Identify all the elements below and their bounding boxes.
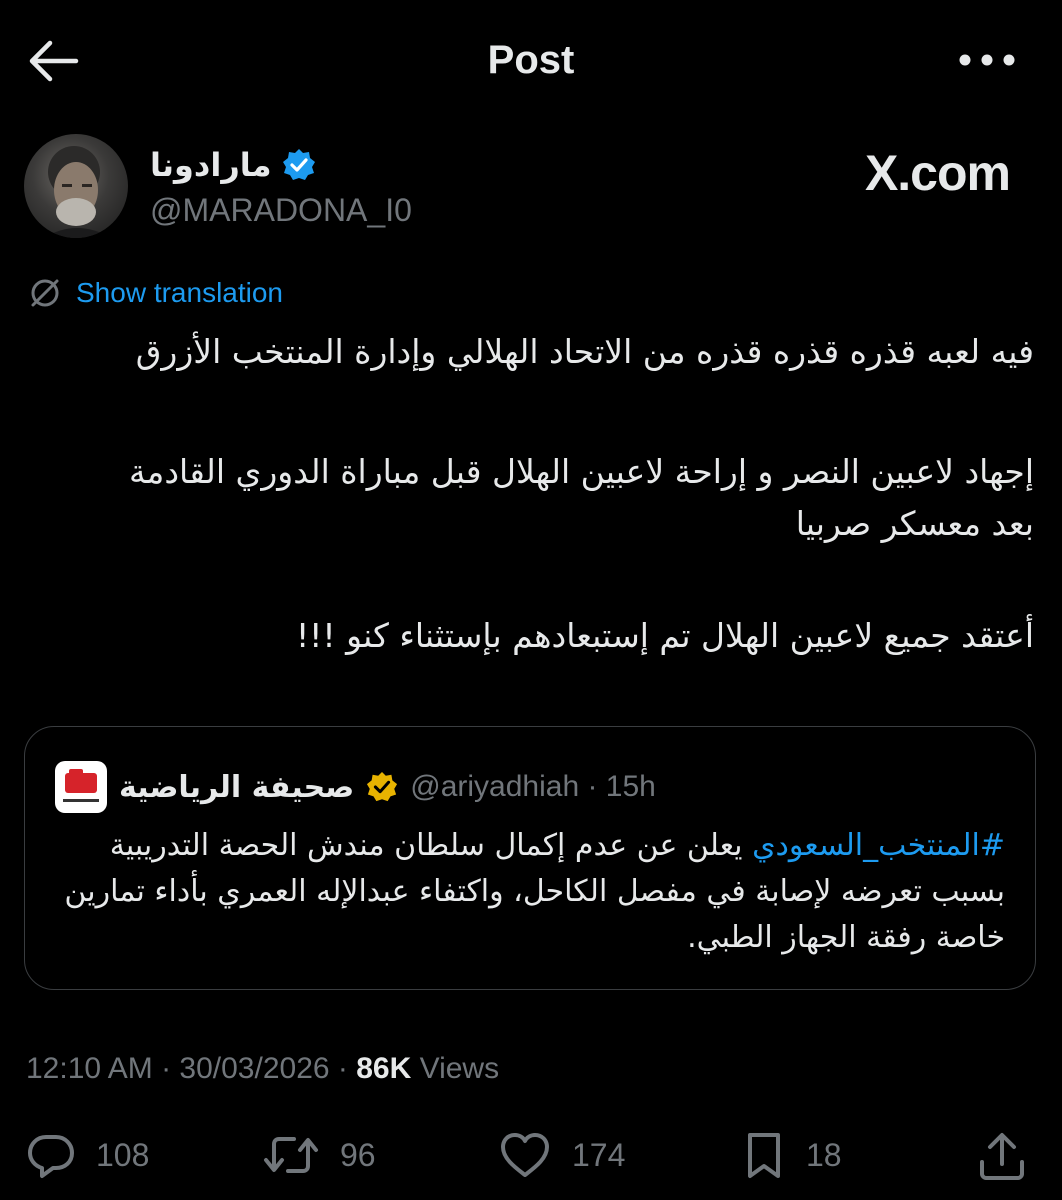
bookmark-count: 18 xyxy=(806,1136,842,1173)
more-button[interactable] xyxy=(955,48,1019,72)
show-translation-button[interactable]: Show translation xyxy=(28,276,283,310)
display-name[interactable]: مارادونا xyxy=(150,146,272,184)
avatar-portrait xyxy=(44,146,112,238)
post-meta: 12:10 AM · 30/03/2026 · 86K Views xyxy=(26,1052,499,1086)
verified-badge-icon xyxy=(282,149,315,180)
post-page: Post مارادونا @MARADONA_I0 X.com Show tr… xyxy=(0,0,1062,1200)
action-bar: 108 96 174 18 xyxy=(0,1130,1062,1190)
author-row: مارادونا @MARADONA_I0 X.com xyxy=(24,134,1038,244)
reply-icon xyxy=(28,1135,74,1178)
repost-icon xyxy=(264,1137,318,1173)
quote-header: صحيفة الرياضية @ariyadhiah · 15h xyxy=(55,761,656,813)
tweet-line-3: بعد معسكر صربيا xyxy=(795,504,1034,543)
reply-count: 108 xyxy=(96,1136,150,1173)
like-count: 174 xyxy=(572,1136,626,1173)
verified-gold-badge-icon xyxy=(367,771,398,802)
reply-button[interactable]: 108 xyxy=(26,1130,149,1180)
quote-hashtag[interactable]: #المنتخب_السعودي xyxy=(752,828,1005,863)
repost-count: 96 xyxy=(340,1136,376,1173)
top-bar: Post xyxy=(0,0,1062,120)
display-name-line: مارادونا xyxy=(150,146,412,184)
repost-button[interactable]: 96 xyxy=(262,1130,376,1180)
heart-icon xyxy=(501,1133,549,1177)
more-horizontal-icon xyxy=(959,54,1015,66)
bookmark-icon xyxy=(748,1133,780,1178)
views-label: Views xyxy=(411,1052,500,1085)
quote-text: #المنتخب_السعودي يعلن عن عدم إكمال سلطان… xyxy=(45,823,1005,961)
share-icon xyxy=(980,1133,1024,1180)
author-names: مارادونا @MARADONA_I0 xyxy=(150,146,412,229)
tweet-line-2: إجهاد لاعبين النصر و إراحة لاعبين الهلال… xyxy=(128,452,1034,491)
tweet-line-1: فيه لعبه قذره قذره قذره من الاتحاد الهلا… xyxy=(135,332,1034,371)
share-button[interactable] xyxy=(976,1130,1028,1182)
quoted-post[interactable]: صحيفة الرياضية @ariyadhiah · 15h #المنتخ… xyxy=(24,726,1036,990)
avatar[interactable] xyxy=(24,134,128,238)
post-timestamp[interactable]: 12:10 AM · 30/03/2026 · xyxy=(26,1052,356,1085)
quote-display-name: صحيفة الرياضية xyxy=(119,769,355,805)
bookmark-button[interactable]: 18 xyxy=(742,1130,842,1180)
quote-handle-time: @ariyadhiah · 15h xyxy=(410,770,656,803)
page-title: Post xyxy=(487,38,575,82)
quote-avatar[interactable] xyxy=(55,761,107,813)
watermark: X.com xyxy=(864,145,1011,201)
author-handle[interactable]: @MARADONA_I0 xyxy=(150,192,412,229)
like-button[interactable]: 174 xyxy=(498,1130,625,1180)
globe-slash-icon xyxy=(31,279,59,307)
views-count: 86K xyxy=(356,1052,412,1085)
tweet-line-4: أعتقد جميع لاعبين الهلال تم إستبعادهم بإ… xyxy=(295,616,1034,655)
show-translation-label: Show translation xyxy=(76,277,284,308)
